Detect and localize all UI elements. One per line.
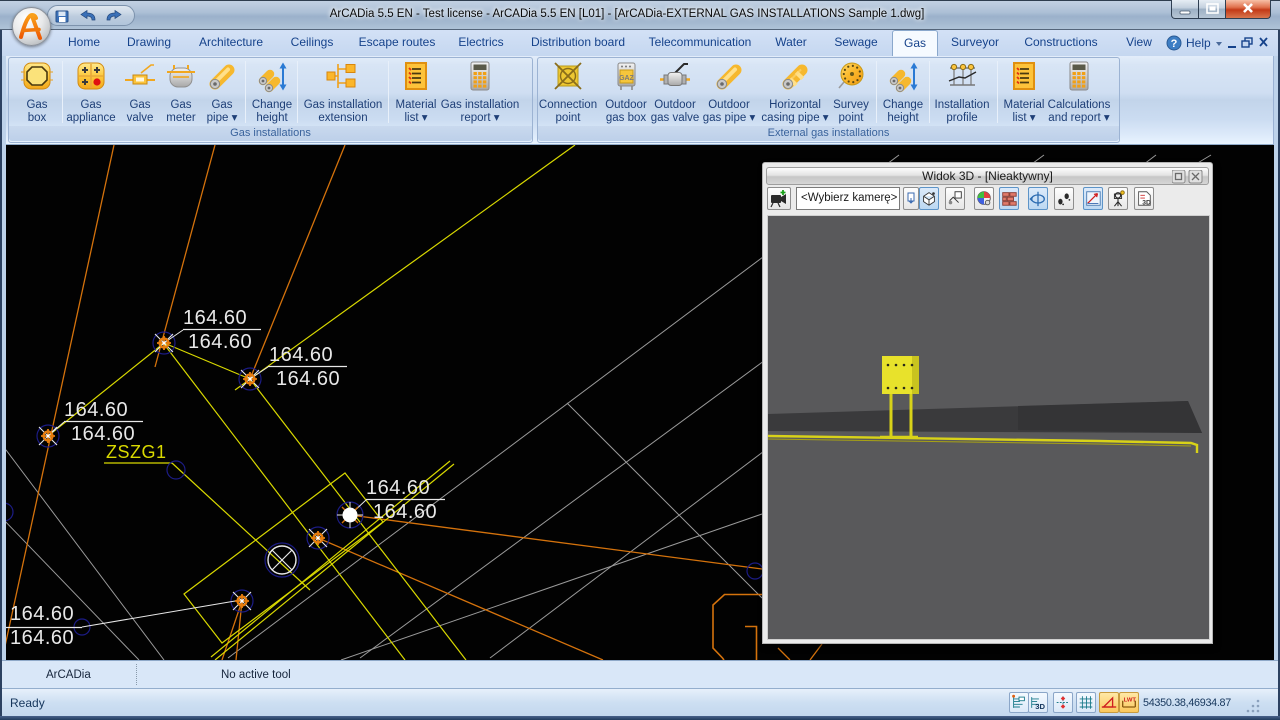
svg-text:164.60: 164.60 [183, 307, 247, 329]
svg-text:164.60: 164.60 [10, 627, 74, 649]
svg-text:164.60: 164.60 [373, 501, 437, 523]
svg-text:164.60: 164.60 [10, 603, 74, 625]
svg-text:164.60: 164.60 [71, 423, 135, 445]
svg-text:3D: 3D [1035, 702, 1045, 711]
svg-text:164.60: 164.60 [366, 477, 430, 499]
svg-text:164.60: 164.60 [64, 399, 128, 421]
svg-text:GAZ: GAZ [619, 75, 635, 82]
svg-text:164.60: 164.60 [269, 344, 333, 366]
svg-text:?: ? [1171, 38, 1178, 50]
svg-text:164.60: 164.60 [188, 331, 252, 353]
svg-text:Help: Help [1186, 36, 1211, 50]
svg-text:164.60: 164.60 [276, 368, 340, 390]
svg-text:LWT: LWT [1124, 698, 1137, 704]
svg-text:ZSZG1: ZSZG1 [106, 442, 167, 462]
svg-text:3D: 3D [1142, 199, 1151, 206]
